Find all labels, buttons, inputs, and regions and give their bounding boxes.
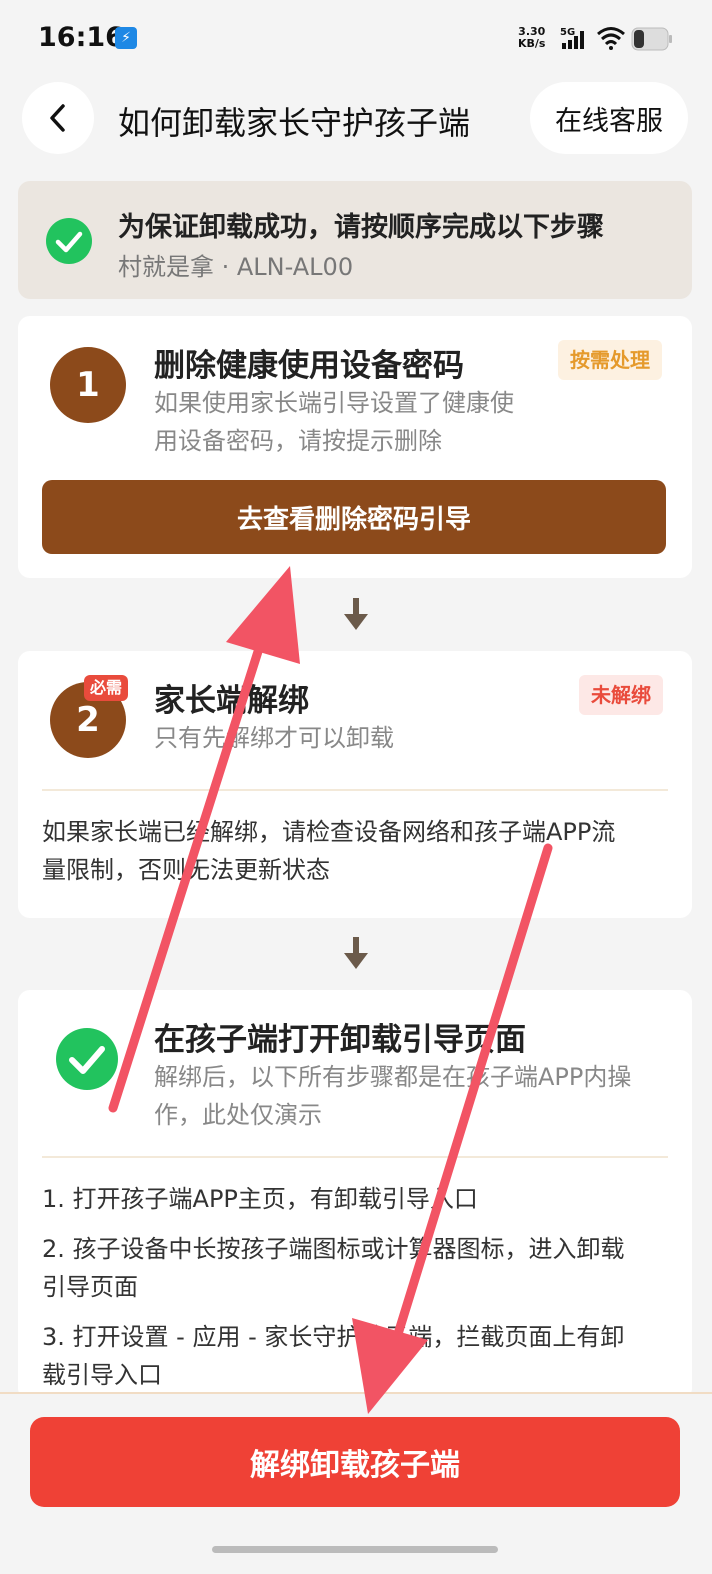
status-bar: 16:16 ⚡ 3.30 KB/s 5G (0, 0, 712, 76)
step-description: 如果使用家长端引导设置了健康使 用设备密码，请按提示删除 (154, 389, 514, 455)
list-item: 1. 打开孩子端APP主页，有卸载引导入口 (42, 1185, 478, 1213)
wifi-icon (597, 27, 625, 50)
check-circle-icon (46, 218, 92, 264)
list-item: 引导页面 (42, 1273, 138, 1301)
step-card-3: 在孩子端打开卸载引导页面 解绑后，以下所有步骤都是在孩子端APP内操 作，此处仅… (18, 990, 692, 1400)
arrow-down-icon (344, 937, 368, 969)
step-title: 在孩子端打开卸载引导页面 (154, 1022, 526, 1058)
divider (42, 789, 668, 791)
network-type-label: 5G (560, 27, 575, 38)
divider (42, 1156, 668, 1158)
step-number: 1 (50, 347, 126, 423)
status-time: 16:16 (38, 22, 124, 53)
network-speed: 3.30 KB/s (518, 25, 546, 50)
list-item: 3. 打开设置 - 应用 - 家长守护孩子端，拦截页面上有卸 (42, 1323, 625, 1351)
cellular-signal-icon: 5G (560, 27, 584, 49)
unbind-uninstall-button[interactable]: 解绑卸载孩子端 (30, 1417, 680, 1507)
view-password-guide-button[interactable]: 去查看删除密码引导 (42, 480, 666, 554)
required-badge: 必需 (84, 675, 129, 701)
instruction-list: 1. 打开孩子端APP主页，有卸载引导入口 2. 孩子设备中长按孩子端图标或计算… (42, 1180, 668, 1394)
notice-banner: 为保证卸载成功，请按顺序完成以下步骤 村就是拿 · ALN-AL00 (18, 181, 692, 299)
usb-icon: ⚡ (115, 27, 137, 49)
online-service-button[interactable]: 在线客服 (530, 82, 688, 154)
step-card-1: 1 删除健康使用设备密码 按需处理 如果使用家长端引导设置了健康使 用设备密码，… (18, 316, 692, 578)
notice-title: 为保证卸载成功，请按顺序完成以下步骤 (118, 212, 604, 243)
step-title: 删除健康使用设备密码 (154, 348, 464, 384)
status-tag: 按需处理 (558, 340, 662, 380)
home-indicator[interactable] (212, 1546, 498, 1553)
list-item: 2. 孩子设备中长按孩子端图标或计算器图标，进入卸载 (42, 1235, 625, 1263)
check-circle-icon (56, 1028, 118, 1090)
status-tag: 未解绑 (579, 675, 663, 715)
page-title: 如何卸载家长守护孩子端 (118, 104, 471, 142)
step-title: 家长端解绑 (154, 683, 309, 719)
step-card-2: 2 必需 家长端解绑 未解绑 只有先解绑才可以卸载 如果家长端已经解绑，请检查设… (18, 651, 692, 918)
header: 如何卸载家长守护孩子端 在线客服 (0, 80, 712, 156)
back-button[interactable] (22, 82, 94, 154)
list-item: 载引导入口 (42, 1361, 162, 1389)
battery-icon (631, 27, 672, 51)
chevron-left-icon (50, 104, 65, 132)
step-description: 解绑后，以下所有步骤都是在孩子端APP内操 作，此处仅演示 (154, 1063, 632, 1129)
arrow-down-icon (344, 598, 368, 630)
step-description: 只有先解绑才可以卸载 (154, 724, 394, 752)
device-name: 村就是拿 · ALN-AL00 (118, 253, 354, 281)
step-note: 如果家长端已经解绑，请检查设备网络和孩子端APP流 量限制，否则无法更新状态 (42, 818, 616, 884)
